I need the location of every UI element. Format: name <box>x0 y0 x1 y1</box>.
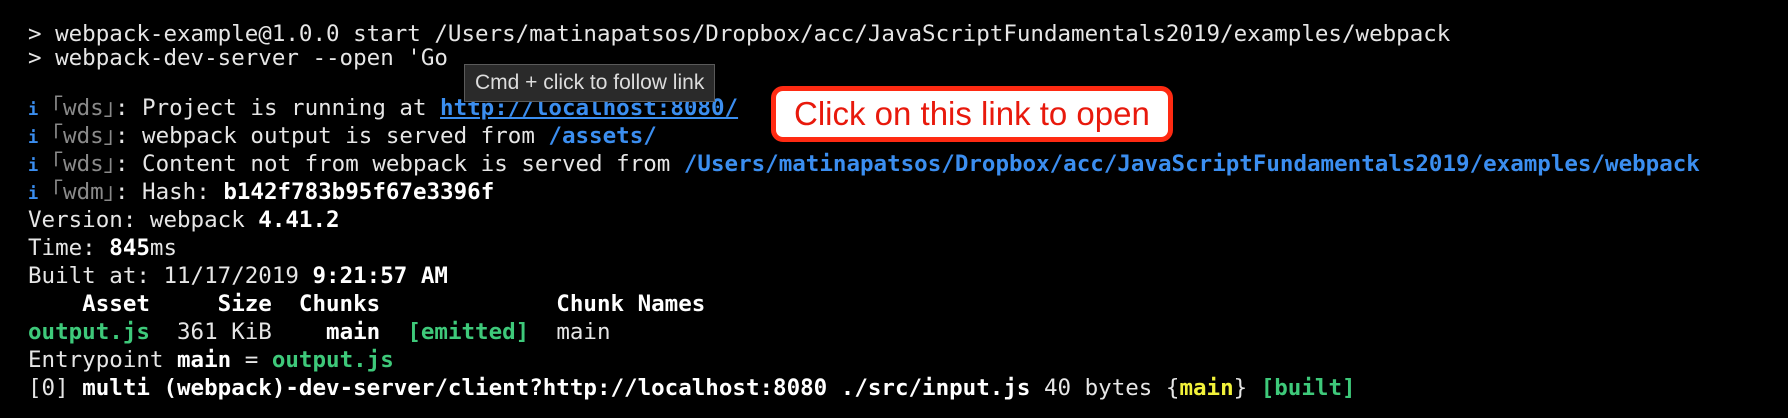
asset-chunk: main <box>326 319 381 345</box>
asset-table-header-text: Asset Size Chunks Chunk Names <box>28 291 706 317</box>
entrypoint-file: output.js <box>271 347 394 373</box>
hash-value: b142f783b95f67e3396f <box>223 179 495 205</box>
info-icon: i <box>28 184 39 204</box>
module-name: multi (webpack)-dev-server/client?http:/… <box>82 375 1031 401</box>
time-value: 845 <box>109 235 150 261</box>
terminal-line-entrypoint: Entrypoint main = output.js <box>28 346 394 374</box>
terminal-line-dev-server: > webpack-dev-server --open 'Go <box>28 44 448 72</box>
assets-path: /assets/ <box>548 123 657 149</box>
module-size: 40 bytes { <box>1030 375 1180 401</box>
terminal-window[interactable]: > webpack-example@1.0.0 start /Users/mat… <box>0 0 1788 418</box>
time-unit: ms <box>149 235 178 261</box>
follow-link-tooltip: Cmd + click to follow link <box>464 64 716 102</box>
entrypoint-equals: = <box>231 347 272 373</box>
info-icon: i <box>28 100 39 120</box>
module-index: [0] <box>28 375 83 401</box>
info-icon: i <box>28 128 39 148</box>
wds-tag: ｢wds｣ <box>51 151 115 177</box>
dev-server-command-text: > webpack-dev-server --open 'Go <box>28 45 448 71</box>
asset-size: 361 KiB <box>149 319 327 345</box>
hash-label: : Hash: <box>114 179 224 205</box>
terminal-line-module: [0] multi (webpack)-dev-server/client?ht… <box>28 374 1356 402</box>
built-at-label: Built at: 11/17/2019 <box>28 263 313 289</box>
module-chunk: main <box>1179 375 1234 401</box>
module-built-status: [built] <box>1260 375 1356 401</box>
terminal-line-content-served: i ｢wds｣: Content not from webpack is ser… <box>28 150 1700 178</box>
terminal-line-built-at: Built at: 11/17/2019 9:21:57 AM <box>28 262 448 290</box>
asset-status: [emitted] <box>407 319 530 345</box>
asset-chunk-names: main <box>529 319 611 345</box>
annotation-callout: Click on this link to open <box>771 86 1173 142</box>
terminal-line-time: Time: 845ms <box>28 234 177 262</box>
asset-table-row: output.js 361 KiB main [emitted] main <box>28 318 611 346</box>
asset-name: output.js <box>28 319 150 345</box>
wds-tag: ｢wds｣ <box>51 95 115 121</box>
asset-table-header: Asset Size Chunks Chunk Names <box>28 290 705 318</box>
terminal-line-version: Version: webpack 4.41.2 <box>28 206 340 234</box>
built-at-time: 9:21:57 AM <box>312 263 448 289</box>
module-close-brace: } <box>1233 375 1261 401</box>
time-label: Time: <box>28 235 110 261</box>
content-base-path: /Users/matinapatsos/Dropbox/acc/JavaScri… <box>683 151 1700 177</box>
terminal-line-output-served: i ｢wds｣: webpack output is served from /… <box>28 122 657 150</box>
project-running-label: : Project is running at <box>114 95 441 121</box>
wdm-tag: ｢wdm｣ <box>51 179 115 205</box>
version-value: 4.41.2 <box>258 207 340 233</box>
wds-tag: ｢wds｣ <box>51 123 115 149</box>
content-served-label: : Content not from webpack is served fro… <box>114 151 684 177</box>
version-label: Version: webpack <box>28 207 259 233</box>
info-icon: i <box>28 156 39 176</box>
entrypoint-label: Entrypoint <box>28 347 178 373</box>
terminal-line-hash: i ｢wdm｣: Hash: b142f783b95f67e3396f <box>28 178 494 206</box>
entrypoint-name: main <box>177 347 232 373</box>
output-served-label: : webpack output is served from <box>114 123 549 149</box>
